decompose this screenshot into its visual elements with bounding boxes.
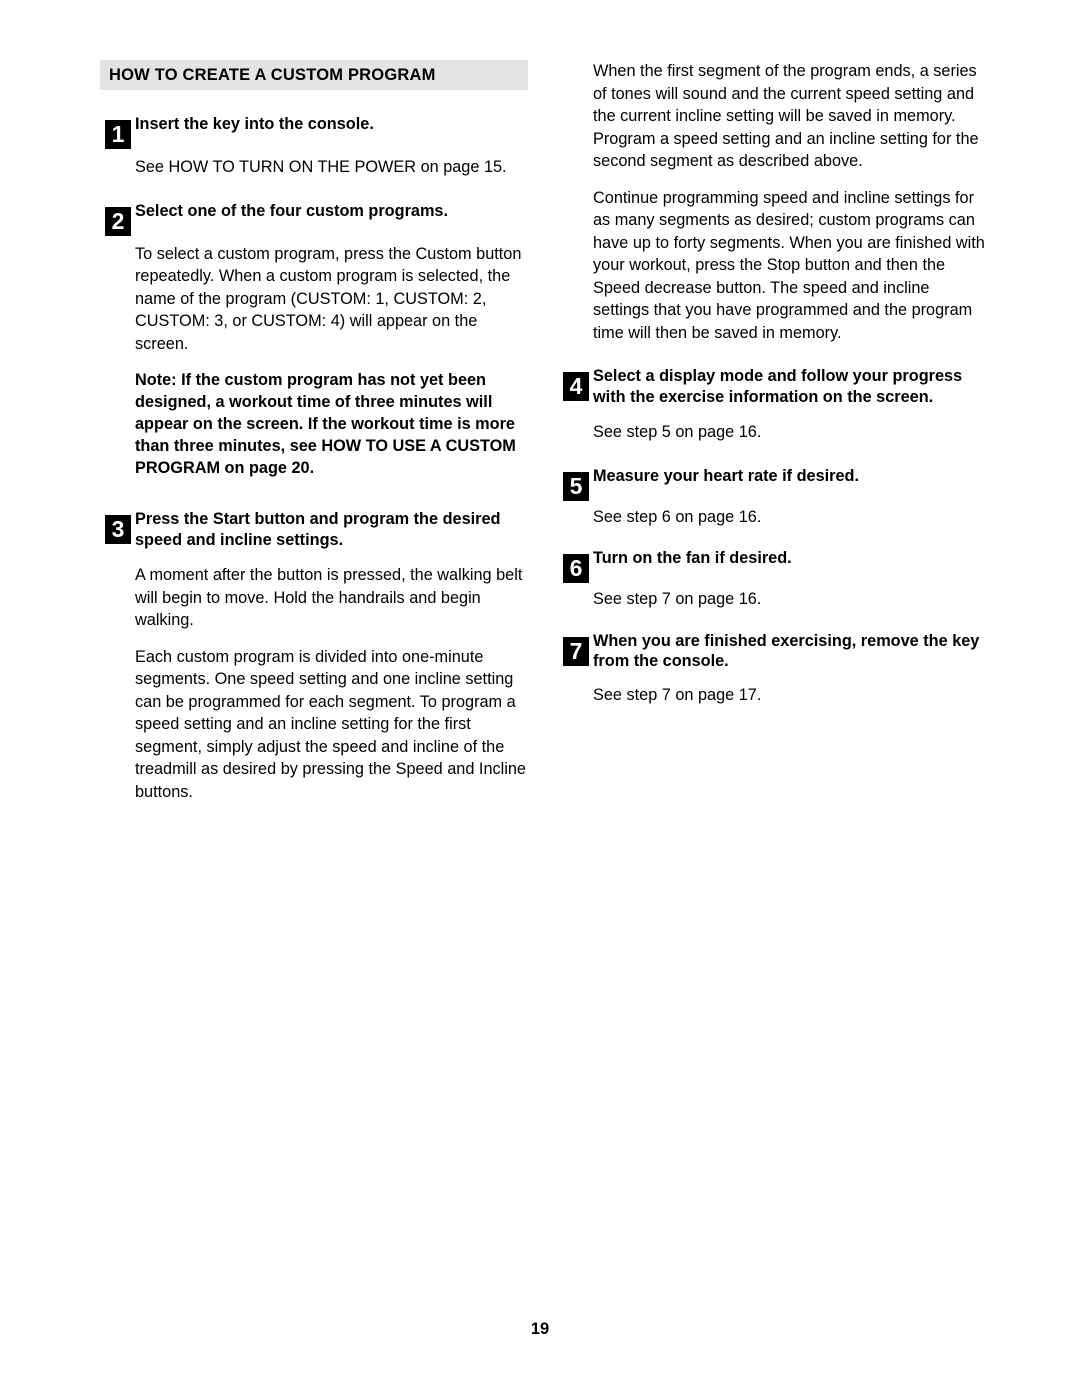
step-5-body: See step 6 on page 16. xyxy=(593,507,762,526)
step-6-number: 6 xyxy=(563,554,589,583)
step-2: 2 Select one of the four custom programs… xyxy=(100,199,528,236)
section-heading-bar: HOW TO CREATE A CUSTOM PROGRAM xyxy=(100,60,528,90)
step-4-body: See step 5 on page 16. xyxy=(593,423,762,441)
step-6-title: Turn on the fan if desired. xyxy=(593,549,792,567)
left-column: HOW TO CREATE A CUSTOM PROGRAM 1 Insert … xyxy=(100,60,528,817)
step-5-number: 5 xyxy=(563,471,589,501)
step-3-number: 3 xyxy=(105,515,131,544)
step-3: 3 Press the Start button and program the… xyxy=(100,507,528,550)
right-intro-paragraph-1: When the first segment of the program en… xyxy=(593,62,979,170)
step-4: 4 Select a display mode and follow your … xyxy=(558,364,986,407)
step-6-body: See step 7 on page 16. xyxy=(593,590,762,608)
step-1-number: 1 xyxy=(105,120,131,149)
right-column: When the first segment of the program en… xyxy=(558,60,986,718)
step-7-number: 7 xyxy=(563,636,589,666)
step-6: 6 Turn on the fan if desired. xyxy=(558,546,986,583)
manual-page: HOW TO CREATE A CUSTOM PROGRAM 1 Insert … xyxy=(0,0,1080,1397)
step-1-body: See HOW TO TURN ON THE POWER on page 15. xyxy=(135,158,507,176)
step-1-title: Insert the key into the console. xyxy=(135,115,374,133)
step-2-number: 2 xyxy=(105,206,131,236)
step-5-title: Measure your heart rate if desired. xyxy=(593,466,860,485)
step-2-note: Note: If the custom program has not yet … xyxy=(135,371,516,477)
step-3-title: Press the Start button and program the d… xyxy=(135,510,501,549)
step-3-body: A moment after the button is pressed, th… xyxy=(135,566,523,629)
step-4-title: Select a display mode and follow your pr… xyxy=(593,367,963,406)
step-2-body: To select a custom program, press the Cu… xyxy=(135,244,522,353)
step-7: 7 When you are finished exercising, remo… xyxy=(558,629,986,672)
step-3-body-2: Each custom program is divided into one-… xyxy=(135,647,526,801)
step-2-title: Select one of the four custom programs. xyxy=(135,201,449,220)
step-7-body: See step 7 on page 17. xyxy=(593,685,762,704)
section-heading-title: HOW TO CREATE A CUSTOM PROGRAM xyxy=(109,66,436,84)
page-number: 19 xyxy=(530,1320,550,1338)
right-intro-paragraph-2: Continue programming speed and incline s… xyxy=(593,188,985,342)
step-1: 1 Insert the key into the console. xyxy=(100,112,528,149)
step-5: 5 Measure your heart rate if desired. xyxy=(558,464,986,501)
step-4-number: 4 xyxy=(563,372,589,401)
step-7-title: When you are finished exercising, remove… xyxy=(593,631,980,671)
